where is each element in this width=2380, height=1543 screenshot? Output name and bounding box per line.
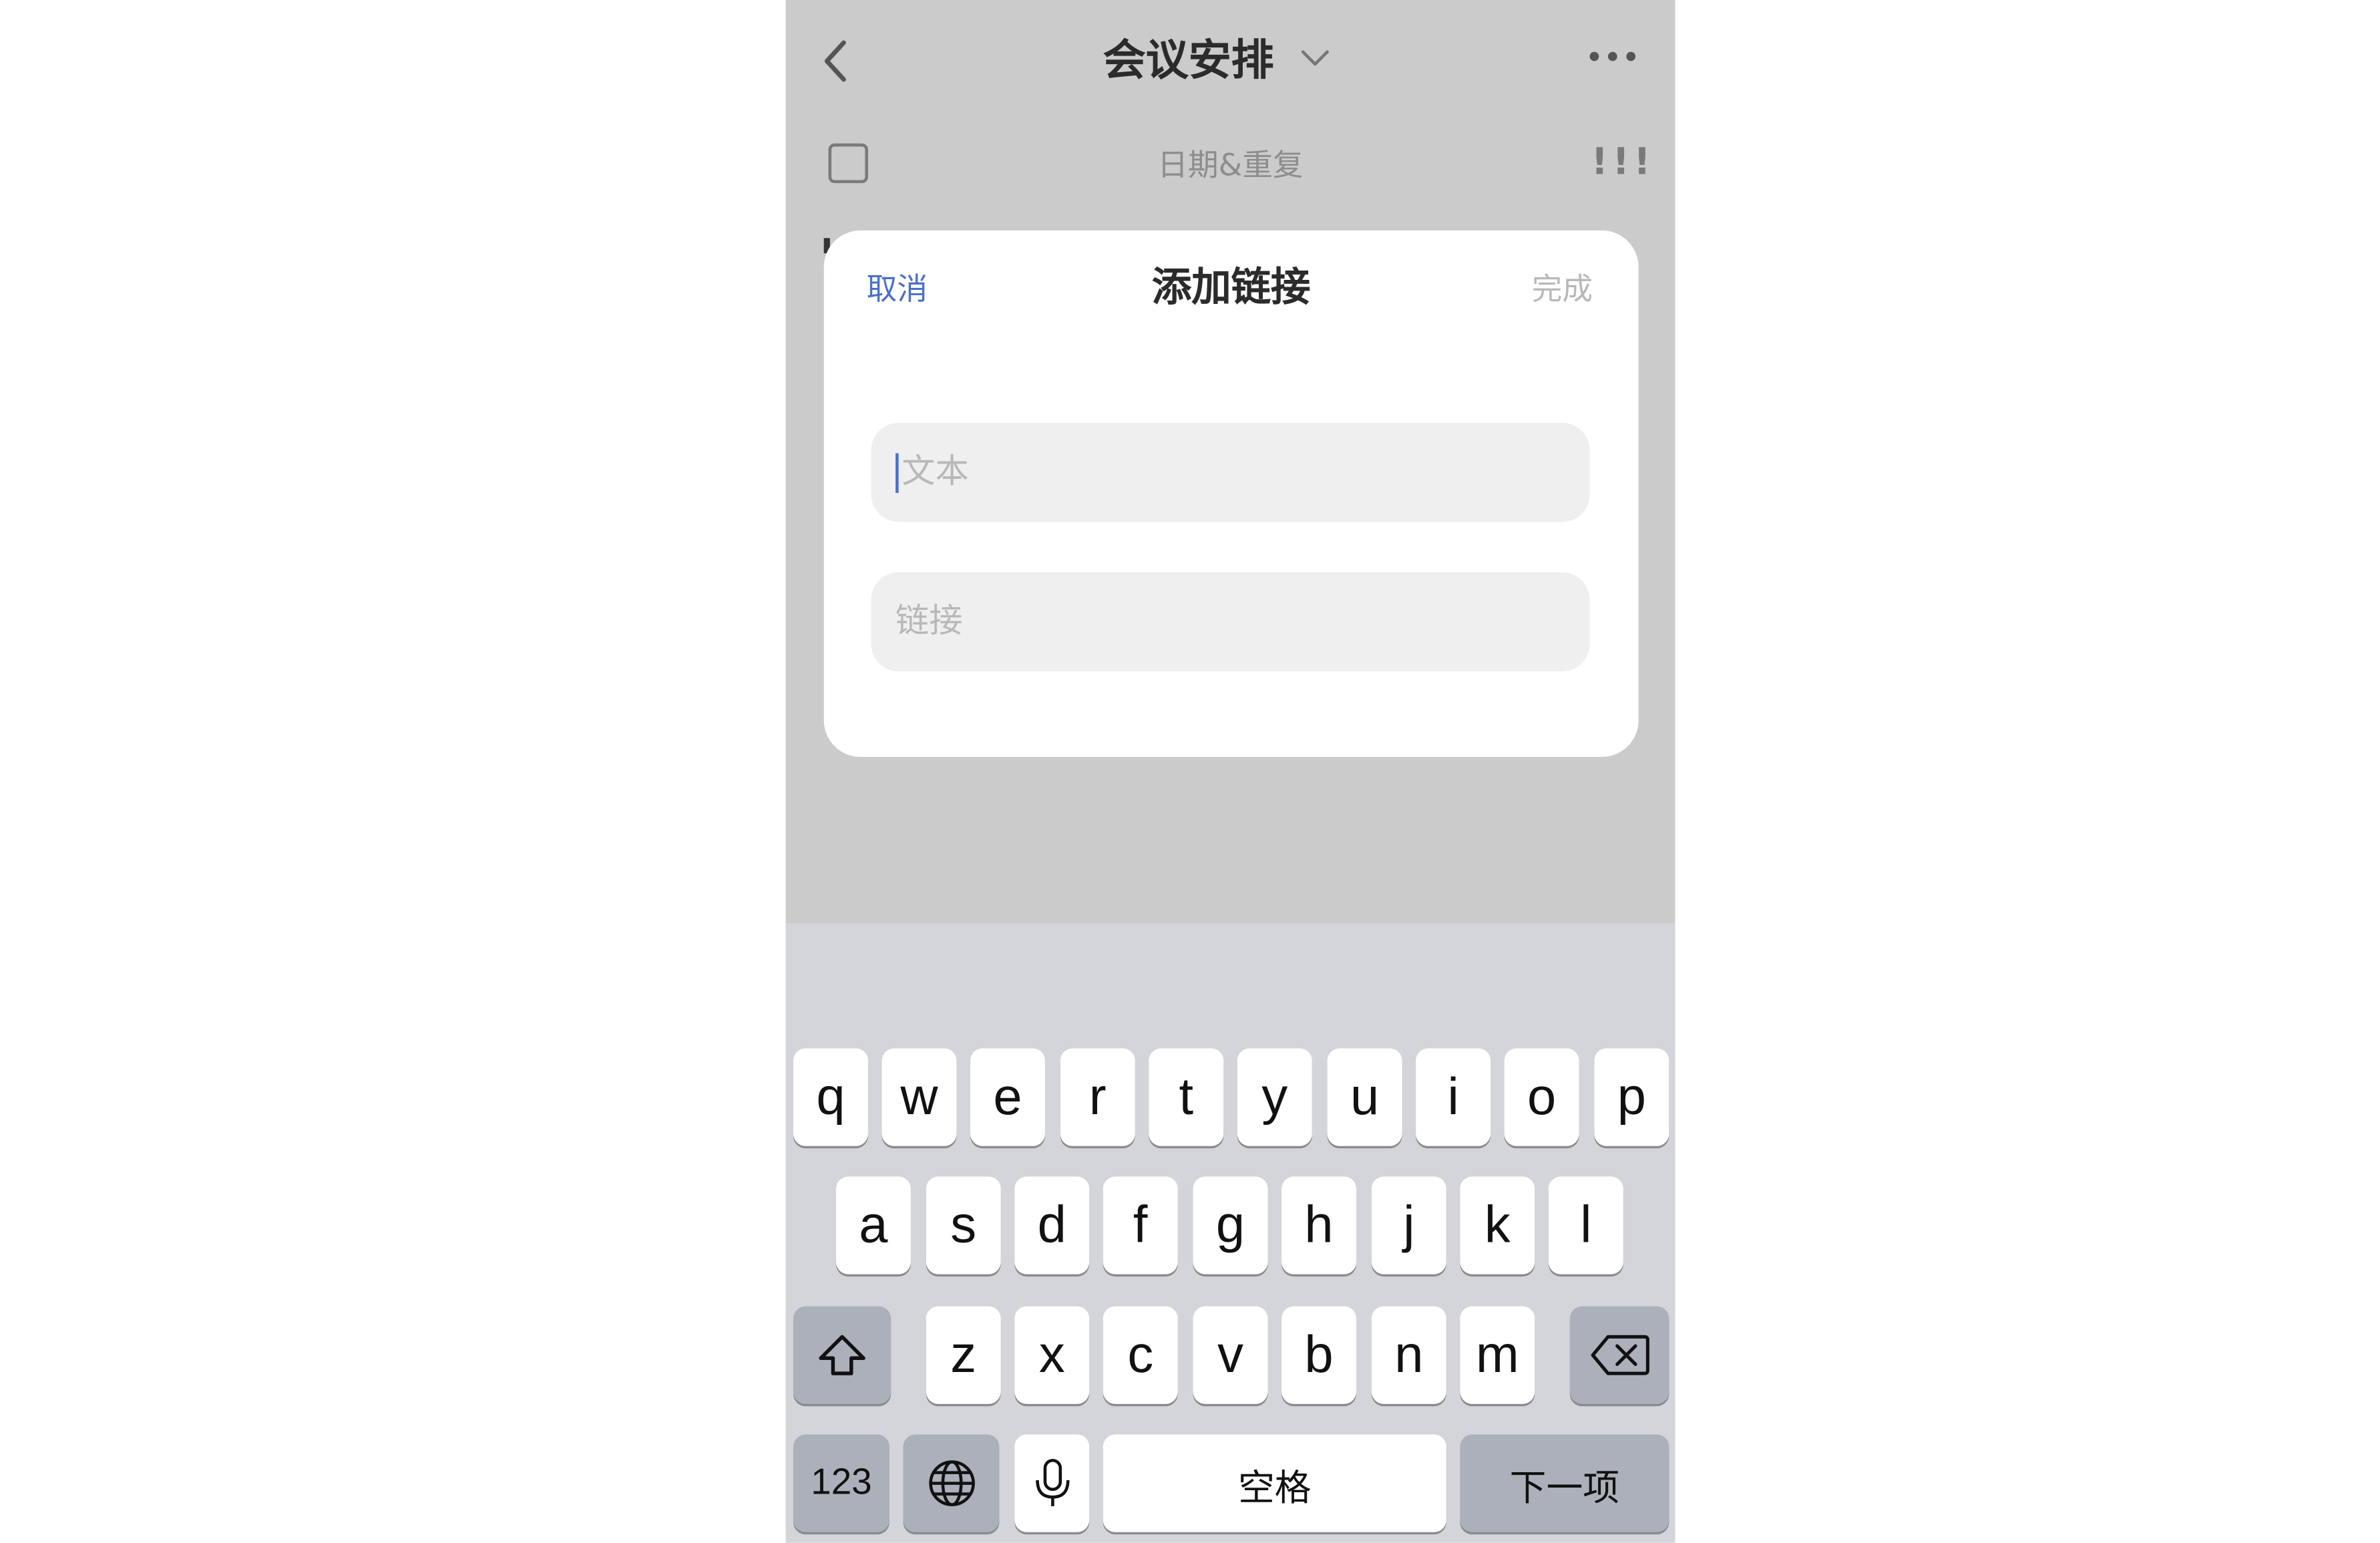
- key-z[interactable]: z: [926, 1306, 1001, 1404]
- text-cursor: [896, 452, 899, 492]
- key-l[interactable]: l: [1548, 1176, 1623, 1274]
- delete-icon: [1590, 1335, 1649, 1375]
- key-v[interactable]: v: [1193, 1306, 1268, 1404]
- key-g[interactable]: g: [1193, 1176, 1268, 1274]
- key-w[interactable]: w: [881, 1048, 957, 1146]
- next-key[interactable]: 下一项: [1460, 1434, 1669, 1532]
- key-e[interactable]: e: [970, 1048, 1045, 1146]
- globe-key[interactable]: [903, 1434, 1000, 1532]
- more-button[interactable]: [1588, 39, 1637, 73]
- key-d[interactable]: d: [1014, 1176, 1090, 1274]
- link-field-container[interactable]: [871, 572, 1590, 672]
- key-x[interactable]: x: [1014, 1306, 1090, 1404]
- key-m[interactable]: m: [1460, 1306, 1535, 1404]
- key-y[interactable]: y: [1237, 1048, 1312, 1146]
- key-t[interactable]: t: [1149, 1048, 1224, 1146]
- key-b[interactable]: b: [1281, 1306, 1357, 1404]
- key-j[interactable]: j: [1371, 1176, 1446, 1274]
- key-k[interactable]: k: [1460, 1176, 1535, 1274]
- text-field-container[interactable]: [871, 422, 1590, 522]
- key-h[interactable]: h: [1281, 1176, 1357, 1274]
- chevron-down-icon: [1301, 50, 1329, 66]
- key-f[interactable]: f: [1103, 1176, 1178, 1274]
- key-i[interactable]: i: [1416, 1048, 1491, 1146]
- page-title: 会议安排: [1103, 35, 1274, 85]
- key-r[interactable]: r: [1060, 1048, 1135, 1146]
- microphone-icon: [1035, 1459, 1069, 1506]
- back-button[interactable]: [813, 33, 865, 88]
- key-q[interactable]: q: [793, 1048, 868, 1146]
- done-button[interactable]: 完成: [1532, 264, 1593, 308]
- text-input[interactable]: [902, 453, 1590, 492]
- numbers-key[interactable]: 123: [793, 1434, 889, 1532]
- keyboard: q w e r t y u i o p a s d f g h j k l z …: [785, 923, 1675, 1543]
- key-a[interactable]: a: [835, 1176, 911, 1274]
- delete-key[interactable]: [1569, 1306, 1669, 1404]
- key-n[interactable]: n: [1371, 1306, 1446, 1404]
- shift-key[interactable]: [793, 1306, 891, 1404]
- dialog-title: 添加链接: [1151, 265, 1311, 312]
- space-key[interactable]: 空格: [1103, 1434, 1446, 1532]
- globe-icon: [928, 1460, 974, 1506]
- microphone-key[interactable]: [1014, 1434, 1090, 1532]
- link-input[interactable]: [896, 603, 1590, 641]
- screen: 会议安排 日期&重复 !!! 取消 添加链接 完成 文本 链接 q w e r …: [0, 0, 2380, 1543]
- add-link-dialog: 取消 添加链接 完成: [823, 230, 1639, 757]
- chevron-left-icon: [824, 40, 846, 82]
- key-u[interactable]: u: [1327, 1048, 1402, 1146]
- note-title-dropdown[interactable]: 会议安排: [1103, 27, 1332, 88]
- key-s[interactable]: s: [926, 1176, 1001, 1274]
- more-horizontal-icon: [1589, 51, 1636, 61]
- key-o[interactable]: o: [1504, 1048, 1579, 1146]
- priority-icon[interactable]: !!!: [1591, 140, 1651, 183]
- key-p[interactable]: p: [1594, 1048, 1669, 1146]
- key-c[interactable]: c: [1103, 1306, 1178, 1404]
- date-repeat-button[interactable]: 日期&重复: [786, 140, 1675, 184]
- phone-screen: 会议安排 日期&重复 !!! 取消 添加链接 完成 文本 链接 q w e r …: [785, 0, 1675, 1543]
- shift-icon: [819, 1335, 865, 1375]
